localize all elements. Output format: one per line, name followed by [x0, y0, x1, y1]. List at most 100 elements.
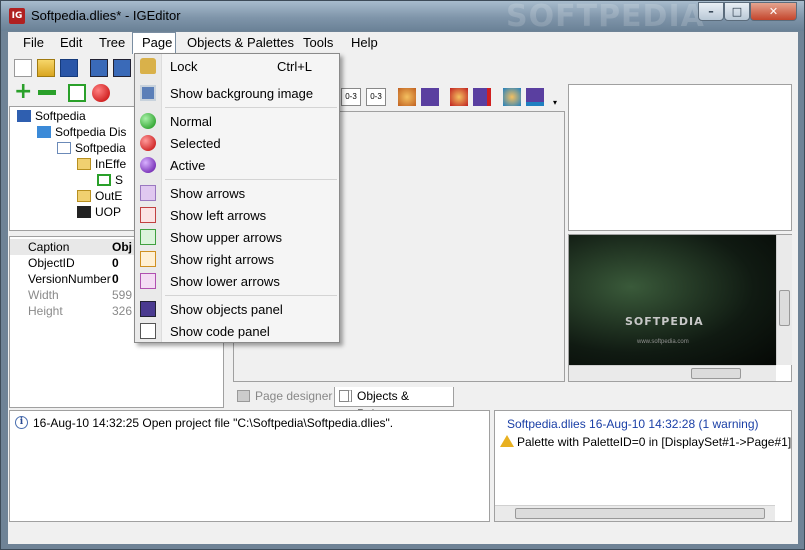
- red-ball-icon: [140, 135, 156, 151]
- app-icon: IG: [9, 8, 25, 24]
- scroll-thumb[interactable]: [515, 508, 765, 519]
- up-arrow-icon: [140, 229, 156, 245]
- property-row[interactable]: ObjectID 0: [10, 255, 135, 271]
- warnings-panel: Softpedia.dlies 16-Aug-10 14:32:28 (1 wa…: [494, 410, 792, 522]
- property-row[interactable]: VersionNumber 0: [10, 271, 135, 287]
- menu-item-show-upper-arrows[interactable]: Show upper arrows: [137, 227, 337, 247]
- palette-delete-icon[interactable]: [450, 88, 468, 106]
- info-icon: i: [15, 416, 28, 429]
- save-icon[interactable]: [60, 59, 78, 77]
- project-icon: [17, 110, 31, 122]
- code-panel-icon: [140, 323, 156, 339]
- toolbar-overflow-icon[interactable]: ▾: [553, 98, 557, 107]
- palette-icon[interactable]: [398, 88, 416, 106]
- remove-icon[interactable]: [38, 90, 56, 95]
- menu-tree[interactable]: Tree: [99, 35, 125, 50]
- toolbar-tool2-icon[interactable]: [113, 59, 131, 77]
- main-window: SOFTPEDIA IG Softpedia.dlies* - IGEditor…: [0, 0, 805, 550]
- menu-item-normal[interactable]: Normal: [137, 111, 337, 131]
- preview-brand: SOFTPEDIA: [625, 315, 704, 328]
- left-arrow-icon: [140, 207, 156, 223]
- object-icon[interactable]: [68, 84, 86, 102]
- client-area: + Softpedia Softpedia Dis Softpedia InEf…: [8, 54, 798, 544]
- image-icon: [140, 85, 156, 101]
- menu-separator: [165, 179, 337, 180]
- minimize-button[interactable]: –: [698, 2, 724, 21]
- tree-node-outeffect[interactable]: OutE: [77, 189, 122, 203]
- new-file-icon[interactable]: [14, 59, 32, 77]
- warning-icon: [500, 435, 514, 447]
- down-arrow-icon: [140, 273, 156, 289]
- tree-node-uop[interactable]: UOP: [77, 205, 121, 219]
- menu-item-show-background-image[interactable]: Show backgroung image: [137, 83, 337, 103]
- log-message: 16-Aug-10 14:32:25 Open project file "C:…: [33, 416, 394, 430]
- properties-preview-panel: [568, 84, 792, 231]
- lock-icon: [140, 58, 156, 74]
- menu-item-show-left-arrows[interactable]: Show left arrows: [137, 205, 337, 225]
- page-dropdown-menu: Lock Ctrl+L Show backgroung image Normal…: [134, 53, 340, 343]
- tree-node-displayset[interactable]: Softpedia Dis: [37, 125, 126, 139]
- palette-edit-icon[interactable]: [526, 88, 544, 106]
- property-row[interactable]: Caption Obj: [10, 239, 135, 255]
- menu-bar: File Edit Tree Page Objects & Palettes T…: [8, 32, 798, 54]
- title-bar: SOFTPEDIA IG Softpedia.dlies* - IGEditor…: [1, 0, 804, 34]
- background-image: SOFTPEDIA www.softpedia.com: [569, 235, 776, 365]
- menu-file[interactable]: File: [23, 35, 44, 50]
- property-row[interactable]: Width 599: [10, 287, 135, 303]
- property-row[interactable]: Height 326: [10, 303, 135, 319]
- log-panel: i 16-Aug-10 14:32:25 Open project file "…: [9, 410, 490, 522]
- horizontal-scrollbar[interactable]: [569, 365, 776, 381]
- palette-delete-icon[interactable]: [473, 88, 491, 106]
- page-designer-icon: [237, 390, 250, 402]
- toolbar-tool-icon[interactable]: [90, 59, 108, 77]
- menu-item-selected[interactable]: Selected: [137, 133, 337, 153]
- purple-ball-icon: [140, 157, 156, 173]
- palette-icon[interactable]: [421, 88, 439, 106]
- menu-item-show-code-panel[interactable]: Show code panel: [137, 321, 337, 341]
- tab-page-designer[interactable]: Page designer: [233, 387, 333, 407]
- menu-tools[interactable]: Tools: [303, 35, 333, 50]
- watermark: SOFTPEDIA: [506, 0, 705, 34]
- menu-edit[interactable]: Edit: [60, 35, 82, 50]
- tree-node-root[interactable]: Softpedia: [17, 109, 86, 123]
- menu-separator: [165, 295, 337, 296]
- tree-node-object[interactable]: S: [97, 173, 123, 187]
- add-icon[interactable]: +: [14, 81, 32, 103]
- tree-node-page[interactable]: Softpedia: [57, 141, 126, 155]
- menu-help[interactable]: Help: [351, 35, 378, 50]
- arrows-icon: [140, 185, 156, 201]
- tab-objects-palettes[interactable]: Objects & Palettes: [334, 387, 454, 421]
- window-title: Softpedia.dlies* - IGEditor: [31, 8, 181, 23]
- menu-item-show-lower-arrows[interactable]: Show lower arrows: [137, 271, 337, 291]
- objects-panel-icon: [140, 301, 156, 317]
- menu-item-active[interactable]: Active: [137, 155, 337, 175]
- palette-edit-icon[interactable]: [503, 88, 521, 106]
- page-icon: [57, 142, 71, 154]
- warning-message: Palette with PaletteID=0 in [DisplaySet#…: [517, 435, 792, 449]
- scroll-thumb[interactable]: [691, 368, 741, 379]
- image-preview-panel: SOFTPEDIA www.softpedia.com: [568, 234, 792, 382]
- menu-item-show-arrows[interactable]: Show arrows: [137, 183, 337, 203]
- tree-node-ineffect[interactable]: InEffe: [77, 157, 126, 171]
- scroll-thumb[interactable]: [779, 290, 790, 326]
- menu-page[interactable]: Page: [142, 35, 172, 50]
- vertical-scrollbar[interactable]: [776, 235, 792, 365]
- horizontal-scrollbar[interactable]: [495, 505, 775, 521]
- open-folder-icon[interactable]: [37, 59, 55, 77]
- display-icon: [37, 126, 51, 138]
- right-arrow-icon: [140, 251, 156, 267]
- zoom-icon[interactable]: 0-3: [366, 88, 386, 106]
- maximize-button[interactable]: □: [724, 2, 750, 21]
- record-icon[interactable]: [92, 84, 110, 102]
- warnings-header: Softpedia.dlies 16-Aug-10 14:32:28 (1 wa…: [507, 417, 759, 431]
- menu-item-show-right-arrows[interactable]: Show right arrows: [137, 249, 337, 269]
- folder-icon: [77, 158, 91, 170]
- grid-icon: [339, 390, 352, 402]
- menu-objects-palettes[interactable]: Objects & Palettes: [187, 35, 294, 50]
- menu-item-lock[interactable]: Lock Ctrl+L: [137, 56, 337, 76]
- menu-separator: [165, 107, 337, 108]
- menu-item-show-objects-panel[interactable]: Show objects panel: [137, 299, 337, 319]
- object-icon: [97, 174, 111, 186]
- close-button[interactable]: ✕: [750, 2, 797, 21]
- zoom-icon[interactable]: 0-3: [341, 88, 361, 106]
